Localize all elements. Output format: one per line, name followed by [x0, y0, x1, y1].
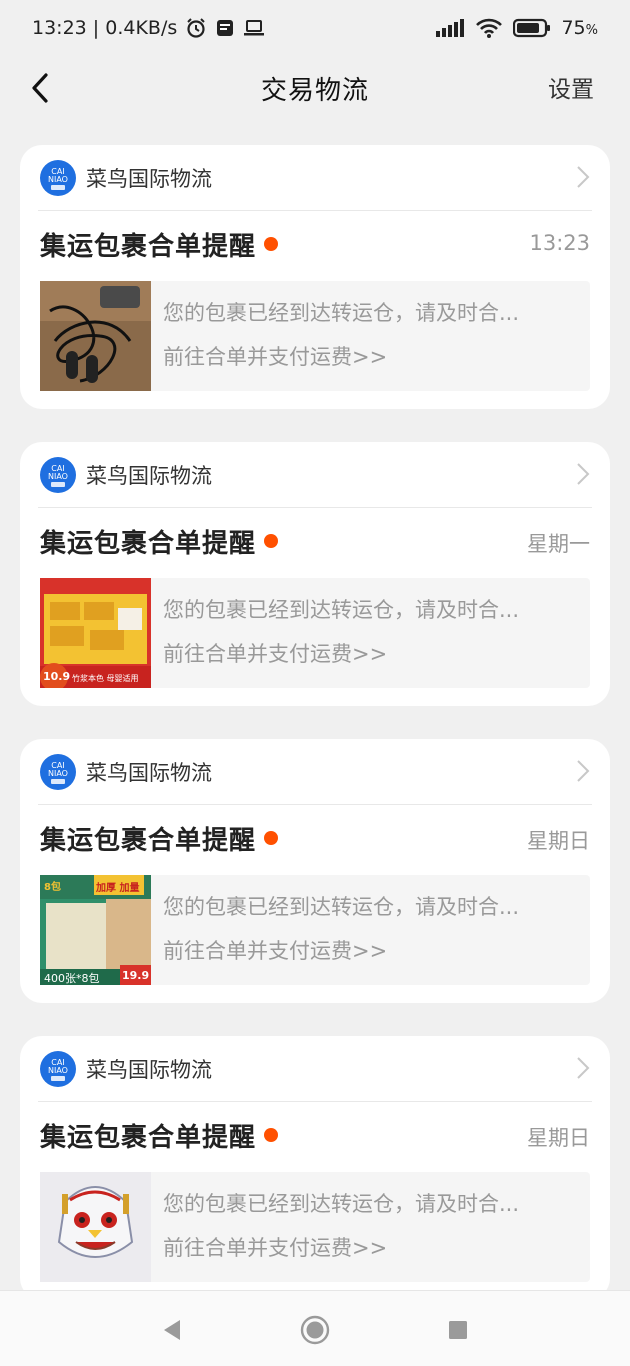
nav-back-button[interactable] [157, 1315, 187, 1345]
title-row: 集运包裹合单提醒 星期一 [40, 518, 590, 564]
wifi-icon [475, 17, 503, 39]
message-time: 13:23 [529, 231, 590, 255]
battery-icon [513, 18, 551, 38]
status-bar: 13:23 | 0.4KB/s 75% [0, 0, 630, 56]
nav-home-button[interactable] [300, 1315, 330, 1345]
cainiao-logo-icon: CAI NIAO [40, 753, 76, 790]
svg-text:NIAO: NIAO [48, 472, 68, 481]
page-title: 交易物流 [260, 75, 369, 106]
card-header[interactable]: CAI NIAO 菜鸟国际物流 [38, 1036, 592, 1102]
cainiao-logo-icon: CAI NIAO [40, 1050, 76, 1087]
thumbnail-pack-count: 8包 [44, 882, 61, 893]
action-link[interactable]: 前往合单并支付运费>> [163, 638, 519, 668]
alarm-icon [185, 17, 207, 39]
message-content[interactable]: 8包 加厚 加量 400张*8包 19.9 您的包裹已经到达转运仓，请及时合..… [40, 875, 590, 985]
settings-button[interactable]: 设置 [548, 70, 594, 104]
card-header[interactable]: CAI NIAO 菜鸟国际物流 [38, 739, 592, 805]
title-row: 集运包裹合单提醒 星期日 [40, 815, 590, 861]
cainiao-logo-icon: CAI NIAO [40, 456, 76, 493]
message-time: 星期日 [527, 829, 590, 853]
thumbnail-price: 10.9 [43, 670, 71, 683]
message-body: 您的包裹已经到达转运仓，请及时合... [163, 598, 520, 622]
unread-dot [264, 534, 279, 548]
title-row: 集运包裹合单提醒 13:23 [40, 221, 590, 267]
chevron-right-icon [576, 1056, 590, 1084]
svg-text:NIAO: NIAO [48, 175, 68, 184]
message-title: 集运包裹合单提醒 [40, 528, 257, 559]
message-time: 星期日 [527, 1126, 590, 1150]
message-content[interactable]: 您的包裹已经到达转运仓，请及时合... 前往合单并支付运费>> [40, 281, 590, 391]
product-thumbnail: 10.9 竹浆本色 母婴适用 [40, 578, 151, 688]
product-thumbnail: 8包 加厚 加量 400张*8包 19.9 [40, 875, 151, 985]
action-link[interactable]: 前往合单并支付运费>> [163, 341, 519, 371]
message-content[interactable]: 您的包裹已经到达转运仓，请及时合... 前往合单并支付运费>> [40, 1172, 590, 1282]
status-time: 13:23 | 0.4KB/s [32, 17, 178, 39]
action-link[interactable]: 前往合单并支付运费>> [163, 1232, 519, 1262]
thumbnail-tag: 加厚 加量 [96, 883, 140, 894]
unread-dot [264, 831, 279, 845]
back-arrow-icon [32, 73, 48, 103]
system-nav-bar [0, 1290, 630, 1366]
message-title: 集运包裹合单提醒 [40, 1122, 257, 1153]
thumbnail-caption: 竹浆本色 母婴适用 [72, 674, 139, 683]
product-thumbnail [40, 1172, 151, 1282]
battery-level: 75% [561, 17, 598, 39]
thumbnail-count: 400张*8包 [44, 972, 100, 985]
message-body: 您的包裹已经到达转运仓，请及时合... [163, 301, 520, 325]
unread-dot [264, 1128, 279, 1142]
chevron-right-icon [576, 759, 590, 787]
notification-icon [215, 18, 235, 38]
signal-icon [435, 18, 465, 38]
thumbnail-price: 19.9 [122, 969, 150, 982]
product-thumbnail [40, 281, 151, 391]
square-recents-icon [449, 1321, 467, 1339]
message-list: CAI NIAO 菜鸟国际物流 集运包裹合单提醒 13:23 您的包裹已经到达转… [20, 145, 610, 1333]
chevron-right-icon [576, 165, 590, 193]
svg-text:NIAO: NIAO [48, 769, 68, 778]
cainiao-logo-icon: CAI NIAO [40, 159, 76, 196]
source-name: 菜鸟国际物流 [86, 1057, 212, 1082]
message-title: 集运包裹合单提醒 [40, 825, 257, 856]
svg-text:NIAO: NIAO [48, 1066, 68, 1075]
card-header[interactable]: CAI NIAO 菜鸟国际物流 [38, 442, 592, 508]
message-card[interactable]: CAI NIAO 菜鸟国际物流 集运包裹合单提醒 星期日 [20, 1036, 610, 1300]
header: 交易物流 设置 [0, 56, 630, 120]
laptop-icon [243, 18, 265, 38]
message-card[interactable]: CAI NIAO 菜鸟国际物流 集运包裹合单提醒 星期一 10.9 竹浆本色 母… [20, 442, 610, 706]
message-content[interactable]: 10.9 竹浆本色 母婴适用 您的包裹已经到达转运仓，请及时合... 前往合单并… [40, 578, 590, 688]
back-button[interactable] [22, 68, 58, 108]
source-name: 菜鸟国际物流 [86, 760, 212, 785]
message-title: 集运包裹合单提醒 [40, 231, 257, 262]
message-time: 星期一 [527, 532, 590, 556]
message-card[interactable]: CAI NIAO 菜鸟国际物流 集运包裹合单提醒 星期日 [20, 739, 610, 1003]
circle-home-icon [300, 1315, 330, 1345]
message-body: 您的包裹已经到达转运仓，请及时合... [163, 1192, 520, 1216]
unread-dot [264, 237, 279, 251]
action-link[interactable]: 前往合单并支付运费>> [163, 935, 519, 965]
chevron-right-icon [576, 462, 590, 490]
message-body: 您的包裹已经到达转运仓，请及时合... [163, 895, 520, 919]
nav-recents-button[interactable] [443, 1315, 473, 1345]
message-card[interactable]: CAI NIAO 菜鸟国际物流 集运包裹合单提醒 13:23 您的包裹已经到达转… [20, 145, 610, 409]
card-header[interactable]: CAI NIAO 菜鸟国际物流 [38, 145, 592, 211]
triangle-back-icon [164, 1320, 180, 1340]
source-name: 菜鸟国际物流 [86, 166, 212, 191]
source-name: 菜鸟国际物流 [86, 463, 212, 488]
title-row: 集运包裹合单提醒 星期日 [40, 1112, 590, 1158]
